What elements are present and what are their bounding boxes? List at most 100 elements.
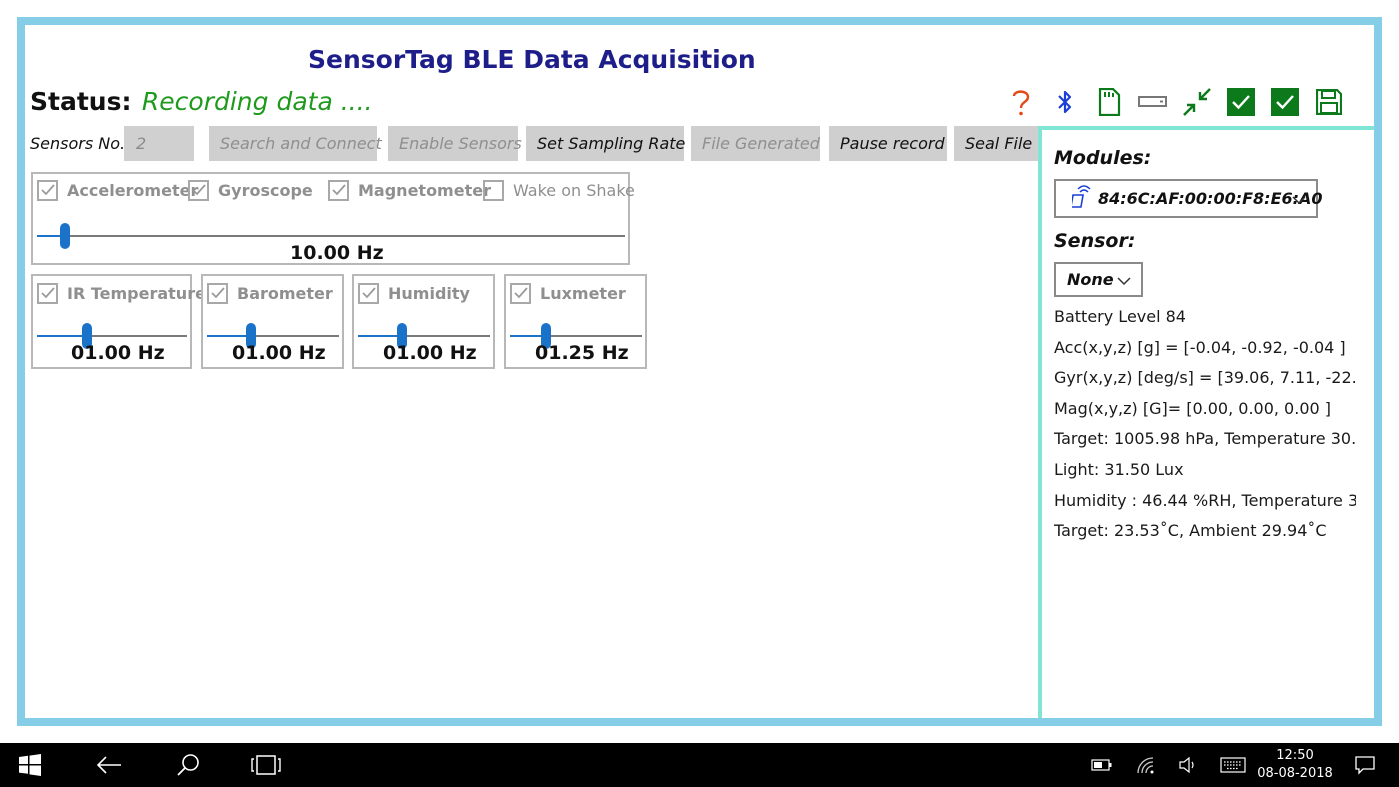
slider-track xyxy=(37,235,625,237)
status-value: Recording data .... xyxy=(141,87,373,116)
notifications-icon[interactable] xyxy=(1354,755,1376,775)
check-icon xyxy=(361,284,376,303)
search-and-connect-button[interactable]: Search and Connect xyxy=(209,126,382,161)
sensors-no-field[interactable]: 2 xyxy=(124,126,194,161)
gyroscope-checkbox[interactable]: Gyroscope xyxy=(188,180,313,201)
barometer-checkbox[interactable]: Barometer xyxy=(207,283,333,304)
save-icon[interactable] xyxy=(1313,86,1345,118)
slider-thumb[interactable] xyxy=(60,223,70,249)
accelerometer-checkbox[interactable]: Accelerometer xyxy=(37,180,198,201)
task-view-icon[interactable] xyxy=(251,750,281,780)
collapse-icon[interactable] xyxy=(1181,86,1213,118)
windows-start-icon[interactable] xyxy=(15,750,45,780)
check-icon xyxy=(331,181,346,200)
checkbox-box xyxy=(328,180,349,201)
toolbar xyxy=(1005,85,1345,119)
pause-record-button[interactable]: Pause record xyxy=(829,126,947,161)
slider-fill xyxy=(207,335,251,337)
back-icon[interactable] xyxy=(94,750,124,780)
volume-icon[interactable] xyxy=(1177,755,1199,775)
accelerometer-reading: Acc(x,y,z) [g] = [-0.04, -0.92, -0.04 ] xyxy=(1054,337,1346,357)
ir-temperature-checkbox[interactable]: IR Temperature xyxy=(37,283,206,304)
module-dropdown-value: 84:6C:AF:00:00:F8:E6:A0 xyxy=(1098,189,1323,208)
device-icon[interactable] xyxy=(1137,86,1169,118)
battery-level-reading: Battery Level 84 xyxy=(1054,307,1186,326)
barometer-rate-value: 01.00 Hz xyxy=(232,342,326,364)
sensor-dropdown[interactable]: None xyxy=(1054,262,1143,297)
luxmeter-checkbox[interactable]: Luxmeter xyxy=(510,283,626,304)
checkbox-box xyxy=(358,283,379,304)
chevron-down-icon xyxy=(1292,192,1306,210)
modules-panel: Modules: 84:6C:AF:00:00:F8:E6:A0 Sensor:… xyxy=(1038,126,1374,718)
humidity-checkbox[interactable]: Humidity xyxy=(358,283,470,304)
checkbox-box xyxy=(483,180,504,201)
check-icon xyxy=(40,284,55,303)
help-icon[interactable] xyxy=(1005,86,1037,118)
sensor-heading: Sensor: xyxy=(1054,230,1136,252)
luxmeter-label: Luxmeter xyxy=(540,284,626,303)
motion-sensors-group: Accelerometer Gyroscope Magnetometer Wak… xyxy=(31,172,635,265)
wireless-device-icon xyxy=(1070,184,1092,213)
gyroscope-reading: Gyr(x,y,z) [deg/s] = [39.06, 7.11, -22.1… xyxy=(1054,368,1356,388)
check-icon xyxy=(191,181,206,200)
controls-row: Sensors No. 2 Search and Connect Enable … xyxy=(30,126,1040,161)
app-window: SensorTag BLE Data Acquisition Status: R… xyxy=(17,17,1382,726)
barometer-group: Barometer 01.00 Hz xyxy=(201,274,344,369)
search-icon[interactable] xyxy=(173,750,203,780)
sd-card-icon[interactable] xyxy=(1093,86,1125,118)
checkbox-box xyxy=(37,180,58,201)
ir-temperature-rate-value: 01.00 Hz xyxy=(71,342,165,364)
ir-temperature-group: IR Temperature 01.00 Hz xyxy=(31,274,206,369)
bluetooth-icon[interactable] xyxy=(1049,86,1081,118)
motion-rate-value: 10.00 Hz xyxy=(290,242,384,264)
magnetometer-checkbox[interactable]: Magnetometer xyxy=(328,180,491,201)
accelerometer-label: Accelerometer xyxy=(67,181,199,200)
check-icon[interactable] xyxy=(1225,86,1257,118)
taskbar: 12:50 08-08-2018 xyxy=(0,743,1399,787)
checkbox-box xyxy=(188,180,209,201)
check-icon xyxy=(40,181,55,200)
barometer-label: Barometer xyxy=(237,284,333,303)
taskbar-clock[interactable]: 12:50 08-08-2018 xyxy=(1255,747,1335,783)
humidity-rate-value: 01.00 Hz xyxy=(383,342,477,364)
file-generated-button[interactable]: File Generated xyxy=(691,126,820,161)
wake-on-shake-checkbox[interactable]: Wake on Shake xyxy=(483,180,635,201)
seal-file-button[interactable]: Seal File a xyxy=(954,126,1040,161)
ir-temperature-reading: Target: 23.53˚C, Ambient 29.94˚C xyxy=(1054,521,1327,541)
sensors-no-label: Sensors No. xyxy=(30,134,126,153)
keyboard-icon[interactable] xyxy=(1219,755,1247,775)
light-reading: Light: 31.50 Lux xyxy=(1054,459,1184,479)
sensor-readings-list: Battery Level 84 Acc(x,y,z) [g] = [-0.04… xyxy=(1054,306,1356,551)
clock-time: 12:50 xyxy=(1276,748,1314,763)
module-dropdown[interactable]: 84:6C:AF:00:00:F8:E6:A0 xyxy=(1054,179,1323,218)
checkbox-box xyxy=(510,283,531,304)
checkbox-box xyxy=(207,283,228,304)
magnetometer-reading: Mag(x,y,z) [G]= [0.00, 0.00, 0.00 ] xyxy=(1054,398,1332,418)
slider-fill xyxy=(37,335,87,337)
set-sampling-rate-button[interactable]: Set Sampling Rate xyxy=(526,126,685,161)
app-title: SensorTag BLE Data Acquisition xyxy=(308,45,756,74)
check-icon xyxy=(210,284,225,303)
battery-icon[interactable] xyxy=(1091,755,1113,775)
sensor-dropdown-value: None xyxy=(1067,270,1114,289)
humidity-group: Humidity 01.00 Hz xyxy=(352,274,495,369)
humidity-reading: Humidity : 46.44 %RH, Temperature 30.2˚C xyxy=(1054,490,1356,510)
gyroscope-label: Gyroscope xyxy=(218,181,313,200)
luxmeter-group: Luxmeter 01.25 Hz xyxy=(504,274,647,369)
slider-fill xyxy=(358,335,402,337)
checkbox-box xyxy=(37,283,58,304)
chevron-down-icon xyxy=(1117,273,1131,291)
magnetometer-label: Magnetometer xyxy=(358,181,491,200)
enable-sensors-button[interactable]: Enable Sensors xyxy=(388,126,522,161)
status-row: Status: Recording data .... xyxy=(30,87,373,116)
modules-heading: Modules: xyxy=(1054,147,1152,169)
wake-on-shake-label: Wake on Shake xyxy=(513,181,635,200)
luxmeter-rate-value: 01.25 Hz xyxy=(535,342,629,364)
check-icon[interactable] xyxy=(1269,86,1301,118)
status-label: Status: xyxy=(30,87,132,116)
barometer-reading: Target: 1005.98 hPa, Temperature 30.02˚C xyxy=(1054,429,1356,449)
wifi-icon[interactable] xyxy=(1135,755,1157,775)
ir-temperature-label: IR Temperature xyxy=(67,284,206,303)
clock-date: 08-08-2018 xyxy=(1257,766,1333,781)
humidity-label: Humidity xyxy=(388,284,470,303)
